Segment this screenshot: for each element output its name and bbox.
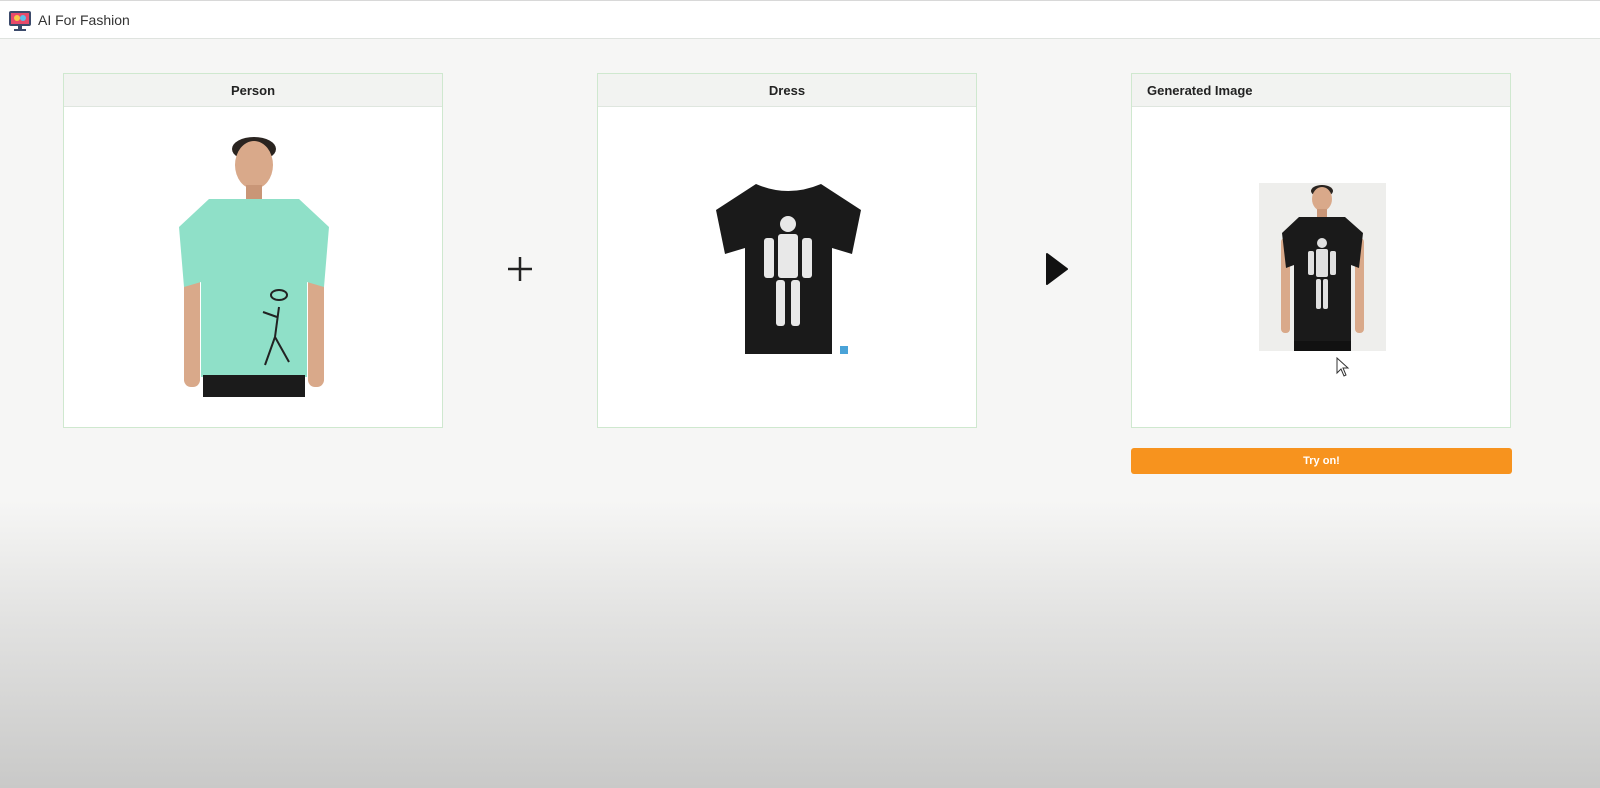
app-header: AI For Fashion	[0, 0, 1600, 39]
dress-panel-header: Dress	[598, 74, 976, 107]
plus-icon	[507, 256, 533, 287]
person-panel-label: Person	[230, 82, 276, 98]
app-title: AI For Fashion	[38, 12, 130, 28]
dress-panel[interactable]: Dress	[597, 73, 977, 428]
person-in-mint-tshirt-image	[179, 137, 329, 397]
person-in-black-robot-tshirt-image	[1259, 183, 1386, 351]
mouse-cursor-icon	[1336, 356, 1350, 382]
try-on-button[interactable]: Try on!	[1131, 448, 1512, 474]
dress-panel-label: Dress	[768, 82, 806, 98]
person-panel-header: Person	[64, 74, 442, 107]
person-image-area[interactable]	[64, 107, 442, 427]
dress-image-area[interactable]	[598, 107, 976, 427]
generated-panel-header: Generated Image	[1132, 74, 1510, 107]
play-arrow-icon	[1045, 252, 1069, 291]
person-panel[interactable]: Person	[63, 73, 443, 428]
black-robot-print-tshirt-image	[716, 184, 861, 354]
generated-image-panel[interactable]: Generated Image	[1131, 73, 1511, 428]
generated-image-area	[1132, 107, 1510, 427]
ai-fashion-logo-icon	[8, 10, 32, 32]
generated-panel-label: Generated Image	[1147, 82, 1253, 98]
